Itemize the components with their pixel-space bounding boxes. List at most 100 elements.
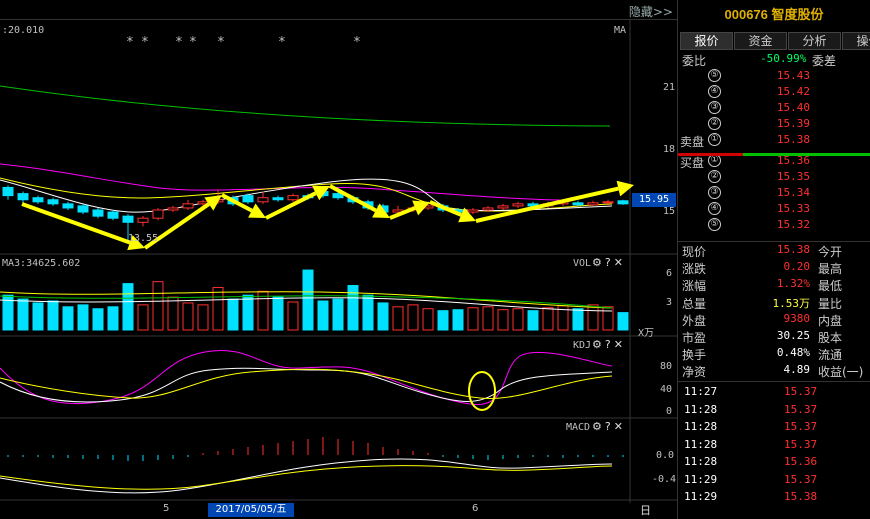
stat-row: 总量 1.53万 量比 [680, 295, 870, 311]
volume-panel-icons[interactable]: ⚙?✕ [592, 256, 626, 269]
volume-bar [452, 309, 464, 331]
day-button[interactable]: 日 [640, 504, 651, 517]
level-price: 15.43 [776, 69, 810, 82]
macd-panel-icons[interactable]: ⚙?✕ [592, 420, 626, 433]
st-star: * [126, 35, 134, 50]
buy-label: 买盘 [680, 156, 705, 170]
volume-bar [17, 298, 29, 331]
volume-bar [62, 306, 74, 331]
kdj-d-line [0, 368, 613, 399]
help-icon[interactable]: ? [605, 420, 614, 433]
order-diff-label: 委差 [812, 54, 837, 68]
stat-row: 换手 0.48% 流通 [680, 346, 870, 362]
ask-row[interactable]: 卖盘 ① 15.38 [680, 133, 870, 149]
volume-bar [137, 304, 149, 331]
stat-value: 0.20 [783, 260, 811, 274]
tick-row: 11:28 15.36 [680, 455, 870, 471]
gear-icon[interactable]: ⚙ [592, 420, 605, 433]
close-icon[interactable]: ✕ [614, 338, 626, 351]
tab-funds[interactable]: 资金 [734, 32, 787, 50]
candle-body [182, 203, 194, 209]
chart-topbar: 隐藏>> [0, 0, 677, 20]
macd-dif-line [0, 458, 613, 494]
annotation-arrow-shaft [389, 206, 416, 220]
st-star: * [175, 35, 183, 50]
candle-body [152, 209, 164, 219]
help-icon[interactable]: ? [605, 338, 614, 351]
tick-price: 15.36 [784, 455, 818, 468]
close-icon[interactable]: ✕ [614, 256, 626, 269]
volume-bar [512, 308, 524, 331]
ask-row[interactable]: ④ 15.42 [680, 85, 870, 101]
stat-label: 总量 [682, 296, 707, 311]
price-tick-15: 15 [663, 206, 676, 217]
period-buttons[interactable]: 日线 [640, 502, 677, 519]
gear-icon[interactable]: ⚙ [592, 338, 605, 351]
stat-value: 0.48% [776, 346, 810, 360]
bid-row[interactable]: ⑤ 15.32 [680, 218, 870, 234]
bid-row[interactable]: 买盘 ① 15.36 [680, 154, 870, 170]
volume-bar [332, 298, 344, 331]
stat-label-2: 收益(一) [818, 365, 864, 380]
level-price: 15.42 [776, 85, 810, 98]
stock-title: 000676 智度股份 [724, 7, 824, 22]
stat-label: 外盘 [682, 313, 707, 328]
level-price: 15.40 [776, 101, 810, 114]
volume-bar [317, 300, 329, 331]
ma-readout: :20.010 [2, 25, 45, 36]
ask-row[interactable]: ⑤ 15.43 [680, 69, 870, 85]
volume-bar [617, 312, 629, 331]
sell-label: 卖盘 [680, 135, 705, 149]
quote-side-panel: 000676 智度股份 报价 资金 分析 操作 委比 -50.99% 委差 ⑤ 1… [677, 0, 870, 519]
close-icon[interactable]: ✕ [614, 420, 626, 433]
volume-bar [347, 285, 359, 331]
annotation-arrow-shaft [329, 184, 377, 213]
level-number: ② [708, 117, 721, 130]
candle-body [17, 193, 29, 201]
volume-bar [77, 304, 89, 331]
bid-row[interactable]: ② 15.35 [680, 170, 870, 186]
stat-row: 涨跌 0.20 最高 [680, 260, 870, 276]
tab-operation[interactable]: 操作 [842, 32, 870, 50]
stat-label: 现价 [682, 245, 707, 259]
level-number: ① [708, 133, 721, 146]
tab-analysis[interactable]: 分析 [788, 32, 841, 50]
volume-bar [527, 310, 539, 331]
quote-tabs[interactable]: 报价 资金 分析 操作 [680, 32, 870, 50]
candle-body [107, 211, 119, 219]
stat-label-2: 最低 [818, 279, 843, 294]
tick-time: 11:27 [684, 385, 718, 398]
candle-body [257, 197, 269, 203]
kline-chart-area[interactable]: 隐藏>> * * * * * * * :20.010 MA 21 18 15 15.95 1… [0, 0, 677, 519]
candle-body [92, 209, 104, 217]
tick-time: 11:28 [684, 437, 718, 451]
annotation-arrow-shaft [21, 202, 131, 245]
candle-body [602, 201, 614, 204]
ask-row[interactable]: ③ 15.40 [680, 101, 870, 117]
stat-value: 1.53万 [772, 296, 811, 310]
tick-price: 15.38 [784, 490, 818, 503]
stat-label-2: 量比 [818, 296, 843, 311]
bid-row[interactable]: ③ 15.34 [680, 186, 870, 202]
macd-tick-neg: -0.4 [652, 474, 677, 485]
tick-price: 15.37 [784, 437, 818, 451]
kdj-panel-icons[interactable]: ⚙?✕ [592, 338, 626, 351]
stat-value: 4.89 [783, 363, 811, 377]
hide-panel-button[interactable]: 隐藏>> [629, 3, 673, 20]
volume-tick-3: 3 [666, 297, 673, 308]
ma-tag: MA [614, 25, 627, 36]
macd-tick-0: 0.0 [656, 450, 675, 461]
candle-body [122, 215, 134, 223]
tab-quote[interactable]: 报价 [680, 32, 733, 50]
order-ratio-value: -50.99% [760, 52, 807, 65]
stat-label: 市盈 [682, 331, 707, 345]
st-star: * [353, 35, 361, 50]
level-price: 15.35 [776, 170, 810, 183]
gear-icon[interactable]: ⚙ [592, 256, 605, 269]
help-icon[interactable]: ? [605, 256, 614, 269]
ask-row[interactable]: ② 15.39 [680, 117, 870, 133]
candle-body [587, 202, 599, 206]
tick-row: 11:29 15.37 [680, 473, 870, 489]
bid-row[interactable]: ④ 15.33 [680, 202, 870, 218]
volume-bar [587, 304, 599, 331]
